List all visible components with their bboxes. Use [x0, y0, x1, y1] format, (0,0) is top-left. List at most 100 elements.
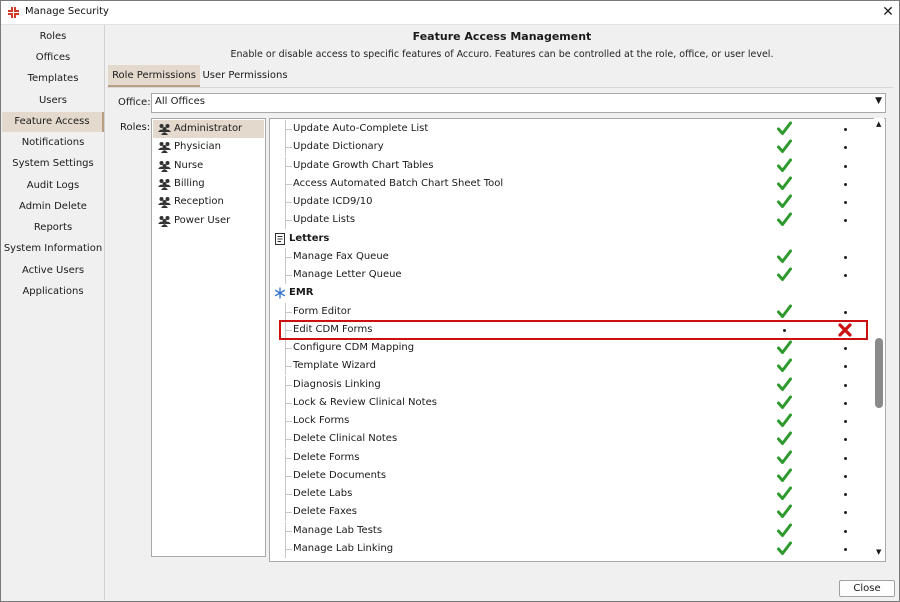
role-group-icon	[158, 142, 171, 154]
check-icon[interactable]	[777, 158, 792, 173]
feature-row[interactable]: Lock & Review Clinical Notes	[270, 393, 870, 412]
deny-toggle-dot[interactable]	[844, 529, 847, 533]
sidebar-item-admin-delete[interactable]: Admin Delete	[2, 197, 104, 217]
feature-row[interactable]: Lock Forms	[270, 412, 870, 430]
sidebar-item-system-settings[interactable]: System Settings	[2, 154, 104, 174]
role-item[interactable]: Administrator	[153, 120, 264, 138]
scroll-up-icon[interactable]: ▲	[876, 120, 881, 128]
feature-row[interactable]: Diagnosis Linking	[270, 375, 870, 394]
check-icon[interactable]	[777, 249, 792, 264]
check-icon[interactable]	[777, 212, 792, 227]
deny-toggle-dot[interactable]	[844, 310, 847, 314]
sidebar-item-offices[interactable]: Offices	[2, 48, 104, 68]
deny-toggle-dot[interactable]	[844, 347, 847, 350]
role-item[interactable]: Nurse	[153, 157, 264, 175]
check-icon[interactable]	[777, 139, 792, 154]
check-icon[interactable]	[777, 194, 792, 209]
role-item[interactable]: Billing	[153, 175, 264, 193]
feature-category[interactable]: Letters	[270, 230, 870, 248]
deny-toggle-dot[interactable]	[844, 128, 847, 131]
feature-row[interactable]: Configure CDM Mapping	[270, 339, 870, 357]
feature-label: Access Automated Batch Chart Sheet Tool	[293, 177, 504, 189]
tab-user-permissions[interactable]: User Permissions	[201, 65, 289, 86]
feature-category[interactable]: EMR	[270, 284, 870, 302]
feature-row[interactable]: Access Automated Batch Chart Sheet Tool	[270, 174, 870, 193]
role-item[interactable]: Reception	[153, 193, 264, 211]
sidebar-item-audit-logs[interactable]: Audit Logs	[2, 176, 104, 196]
deny-toggle-dot[interactable]	[844, 474, 847, 478]
feature-row[interactable]: Form Editor	[270, 302, 870, 321]
deny-toggle-dot[interactable]	[844, 438, 847, 442]
sidebar-item-active-users[interactable]: Active Users	[2, 261, 104, 281]
office-select-value: All Offices	[155, 96, 205, 107]
check-icon[interactable]	[777, 377, 792, 392]
check-icon[interactable]	[777, 267, 792, 282]
page-description: Enable or disable access to specific fea…	[230, 49, 774, 60]
deny-toggle-dot[interactable]	[844, 383, 847, 387]
sidebar-item-feature-access[interactable]: Feature Access	[2, 112, 104, 132]
check-icon[interactable]	[777, 340, 792, 355]
sidebar-item-applications[interactable]: Applications	[2, 282, 104, 302]
check-icon[interactable]	[777, 304, 792, 319]
chevron-down-icon[interactable]: ▼	[875, 96, 882, 106]
feature-row[interactable]: Update Growth Chart Tables	[270, 156, 870, 175]
deny-toggle-dot[interactable]	[844, 164, 847, 168]
check-icon[interactable]	[777, 121, 792, 136]
sidebar-item-reports[interactable]: Reports	[2, 218, 104, 238]
feature-row[interactable]: Manage Lab Tests	[270, 521, 870, 540]
deny-toggle-dot[interactable]	[844, 255, 847, 259]
feature-row[interactable]: Delete Faxes	[270, 503, 870, 522]
deny-toggle-dot[interactable]	[844, 201, 847, 204]
sidebar-item-notifications[interactable]: Notifications	[2, 133, 104, 153]
scroll-thumb[interactable]	[875, 338, 883, 408]
check-icon[interactable]	[777, 504, 792, 519]
sidebar-item-templates[interactable]: Templates	[2, 69, 104, 89]
deny-toggle-dot[interactable]	[844, 420, 847, 423]
role-item[interactable]: Power User	[153, 212, 264, 230]
feature-row[interactable]: Delete Documents	[270, 466, 870, 485]
deny-toggle-dot[interactable]	[844, 146, 847, 150]
role-item[interactable]: Physician	[153, 138, 264, 156]
check-icon[interactable]	[777, 395, 792, 410]
check-icon[interactable]	[777, 413, 792, 428]
check-icon[interactable]	[777, 431, 792, 446]
feature-row[interactable]: Delete Clinical Notes	[270, 430, 870, 449]
feature-row[interactable]: Template Wizard	[270, 357, 870, 376]
feature-row[interactable]: Update Dictionary	[270, 138, 870, 157]
deny-toggle-dot[interactable]	[844, 365, 847, 369]
feature-row[interactable]: Update Auto-Complete List	[270, 120, 870, 138]
feature-row[interactable]: Delete Labs	[270, 485, 870, 503]
close-button[interactable]: Close	[839, 580, 895, 597]
deny-toggle-dot[interactable]	[844, 456, 847, 460]
tab-role-permissions[interactable]: Role Permissions	[108, 65, 200, 87]
deny-toggle-dot[interactable]	[844, 401, 847, 405]
check-icon[interactable]	[777, 176, 792, 191]
deny-toggle-dot[interactable]	[844, 274, 847, 277]
feature-row[interactable]: Update Lists	[270, 211, 870, 230]
check-icon[interactable]	[777, 358, 792, 373]
sidebar-item-users[interactable]: Users	[2, 91, 104, 111]
check-icon[interactable]	[777, 468, 792, 483]
office-select[interactable]: All Offices ▼	[151, 93, 886, 113]
deny-toggle-dot[interactable]	[844, 219, 847, 223]
feature-row[interactable]: Manage Lab Linking	[270, 539, 870, 558]
deny-toggle-dot[interactable]	[844, 547, 847, 551]
feature-row[interactable]: Update ICD9/10	[270, 193, 870, 211]
deny-toggle-dot[interactable]	[844, 493, 847, 496]
feature-scrollbar[interactable]: ▲ ▼	[874, 118, 884, 560]
check-icon[interactable]	[777, 486, 792, 501]
tree-branch	[285, 475, 292, 477]
feature-row[interactable]: Delete Forms	[270, 448, 870, 467]
check-icon[interactable]	[777, 450, 792, 465]
check-icon[interactable]	[777, 523, 792, 538]
feature-label: Delete Documents	[293, 469, 387, 481]
deny-toggle-dot[interactable]	[844, 182, 847, 186]
check-icon[interactable]	[777, 541, 792, 556]
feature-row[interactable]: Manage Letter Queue	[270, 266, 870, 284]
scroll-down-icon[interactable]: ▼	[876, 548, 881, 556]
deny-toggle-dot[interactable]	[844, 511, 847, 515]
close-window-icon[interactable]: ✕	[879, 2, 897, 22]
sidebar-item-roles[interactable]: Roles	[2, 27, 104, 47]
feature-row[interactable]: Manage Fax Queue	[270, 247, 870, 266]
sidebar-item-system-information[interactable]: System Information	[2, 239, 104, 259]
